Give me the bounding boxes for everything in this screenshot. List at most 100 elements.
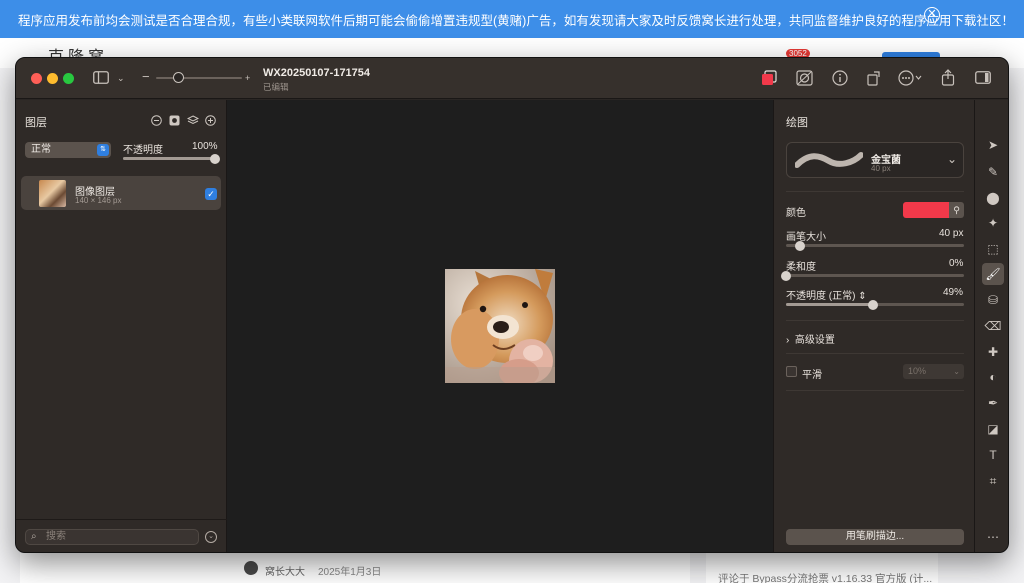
- layer-opacity-value: 100%: [192, 141, 218, 152]
- bandage-icon[interactable]: ✚: [982, 341, 1004, 363]
- zoom-slider-thumb[interactable]: [172, 72, 184, 83]
- tools-strip: ➤ ✎ ⬤ ✦ ⬚ 🖌 ⛁ ⌫ ✚ ◐ ✒ ◪ T ⌗ ⋯: [974, 100, 1008, 552]
- zoom-window-button[interactable]: [63, 73, 74, 84]
- layer-search-input[interactable]: ⌕ 搜索: [25, 529, 199, 545]
- notice-bar: 程序应用发布前均会测试是否合理合规，有些小类联网软件后期可能会偷偷增置违规型(黄…: [0, 0, 1024, 38]
- sidebar-icon[interactable]: [93, 71, 109, 87]
- color-label: 颜色: [786, 208, 806, 219]
- chevron-down-icon: ⌄: [947, 152, 958, 166]
- bucket-icon[interactable]: ⛁: [982, 289, 1004, 311]
- magic-wand-icon[interactable]: ✦: [982, 212, 1004, 234]
- shapes-icon[interactable]: ◪: [982, 418, 1004, 440]
- image-canvas[interactable]: [227, 100, 773, 552]
- divider: [16, 519, 227, 520]
- smoothing-checkbox[interactable]: [786, 366, 797, 377]
- document-title: WX20250107-171754: [263, 67, 371, 79]
- layers-stack-icon[interactable]: [186, 115, 200, 126]
- smoothing-label: 平滑: [802, 370, 822, 381]
- inspector-panel: 绘图 金宝菌 40 px ⌄ 颜色 ⚲ 画笔大小 40 px 柔和度 0% 不透…: [773, 100, 974, 552]
- layers-panel-title: 图层: [25, 117, 47, 129]
- chevron-updown-icon[interactable]: ⇕: [858, 291, 866, 302]
- more-icon[interactable]: [898, 70, 922, 89]
- layer-opacity-thumb[interactable]: [210, 154, 220, 164]
- layer-opacity-label: 不透明度: [123, 145, 163, 156]
- color-swatch[interactable]: [903, 202, 949, 218]
- comment-snippet[interactable]: 评论于 Bypass分流抢票 v1.16.33 官方版 (计...: [718, 571, 932, 583]
- layers-panel: 图层 正常 ⇅ 不透明度 100% 图像图层 140 × 146 px ✓ ⌕ …: [16, 100, 227, 552]
- paintbrush-icon[interactable]: 🖌: [982, 263, 1004, 285]
- stroke-with-brush-button[interactable]: 用笔刷描边...: [786, 529, 964, 545]
- search-placeholder: 搜索: [46, 531, 66, 542]
- brush-size-slider[interactable]: [786, 244, 964, 247]
- advanced-settings-toggle[interactable]: › 高级设置: [786, 331, 835, 346]
- brush-size-label: 画笔大小: [786, 232, 826, 243]
- layer-size: 140 × 146 px: [75, 196, 122, 205]
- clone-icon[interactable]: ◐: [982, 366, 1004, 388]
- smoothing-select[interactable]: 10% ⌄: [903, 364, 964, 379]
- editor-window: ⌄ − + WX20250107-171754 已编辑 图层 正常 ⇅ 不透明度…: [15, 57, 1009, 553]
- rotate-icon[interactable]: [866, 69, 882, 89]
- softness-value: 0%: [949, 258, 964, 269]
- canvas-image[interactable]: [445, 269, 555, 383]
- inspector-icon[interactable]: [975, 71, 991, 87]
- chevron-down-icon: ⌄: [953, 367, 960, 376]
- chevron-right-icon: ›: [786, 335, 790, 346]
- crop-icon[interactable]: ⌗: [982, 470, 1004, 492]
- close-icon[interactable]: ✕: [924, 7, 940, 23]
- chevron-down-icon[interactable]: ⌄: [117, 71, 125, 85]
- eraser-icon[interactable]: ⌫: [982, 315, 1004, 337]
- avatar[interactable]: [244, 561, 258, 575]
- advanced-settings-label: 高级设置: [794, 335, 835, 346]
- brush-size-value: 40 px: [939, 228, 964, 239]
- text-icon[interactable]: T: [982, 444, 1004, 466]
- post-date: 2025年1月3日: [318, 567, 382, 578]
- close-window-button[interactable]: [31, 73, 42, 84]
- minimize-window-button[interactable]: [47, 73, 58, 84]
- brush-size-thumb[interactable]: [795, 241, 806, 251]
- divider: [786, 390, 964, 391]
- eyedropper-icon[interactable]: ⚲: [949, 202, 964, 218]
- softness-slider[interactable]: [786, 274, 964, 277]
- softness-label: 柔和度: [786, 262, 816, 273]
- color-stroke-icon[interactable]: [761, 70, 777, 89]
- pen-icon[interactable]: ✒: [982, 392, 1004, 414]
- share-icon[interactable]: [941, 69, 955, 89]
- layer-opacity-fill: [123, 157, 215, 160]
- brush-opacity-label-text: 不透明度 (正常): [786, 291, 856, 302]
- brush-opacity-fill: [786, 303, 874, 306]
- mask-icon[interactable]: [796, 70, 813, 89]
- arrow-select-icon[interactable]: ➤: [982, 134, 1004, 156]
- divider: [786, 320, 964, 321]
- inspector-title: 绘图: [786, 117, 808, 129]
- brush-opacity-value: 49%: [943, 287, 964, 298]
- layer-visibility-checkbox[interactable]: ✓: [205, 188, 217, 200]
- zoom-slider-track[interactable]: [156, 77, 242, 79]
- info-icon[interactable]: [832, 70, 848, 89]
- zoom-in-label[interactable]: +: [245, 71, 250, 85]
- brush-stroke-preview: [795, 152, 863, 168]
- notice-text: 程序应用发布前均会测试是否合理合规，有些小类联网软件后期可能会偷偷增置违规型(黄…: [18, 13, 1014, 28]
- post-author[interactable]: 窝长大大: [265, 563, 305, 578]
- blend-mode-select[interactable]: 正常 ⇅: [25, 142, 111, 158]
- layer-thumbnail: [39, 180, 66, 207]
- layer-row[interactable]: 图像图层 140 × 146 px ✓: [21, 176, 221, 210]
- titlebar: ⌄ − + WX20250107-171754 已编辑: [16, 58, 1008, 99]
- mask-square-icon[interactable]: [169, 115, 180, 126]
- color-select-icon[interactable]: ⬤: [982, 187, 1004, 209]
- plus-circle-icon[interactable]: [205, 115, 216, 126]
- brush-picker[interactable]: 金宝菌 40 px ⌄: [786, 142, 964, 178]
- smoothing-value: 10%: [908, 366, 927, 376]
- softness-thumb[interactable]: [781, 271, 791, 281]
- paint-selection-icon[interactable]: ✎: [982, 161, 1004, 183]
- zoom-out-label[interactable]: −: [142, 70, 150, 84]
- divider: [786, 353, 964, 354]
- brush-opacity-label: 不透明度 (正常) ⇕: [786, 287, 867, 302]
- rect-select-icon[interactable]: ⬚: [982, 238, 1004, 260]
- document-status: 已编辑: [263, 82, 289, 92]
- brush-size-caption: 40 px: [871, 164, 891, 173]
- filter-icon[interactable]: ⌄: [205, 531, 217, 543]
- minus-circle-icon[interactable]: [151, 115, 162, 126]
- brush-opacity-thumb[interactable]: [868, 300, 879, 310]
- search-icon: ⌕: [31, 531, 37, 542]
- more-tools-icon[interactable]: ⋯: [982, 526, 1004, 548]
